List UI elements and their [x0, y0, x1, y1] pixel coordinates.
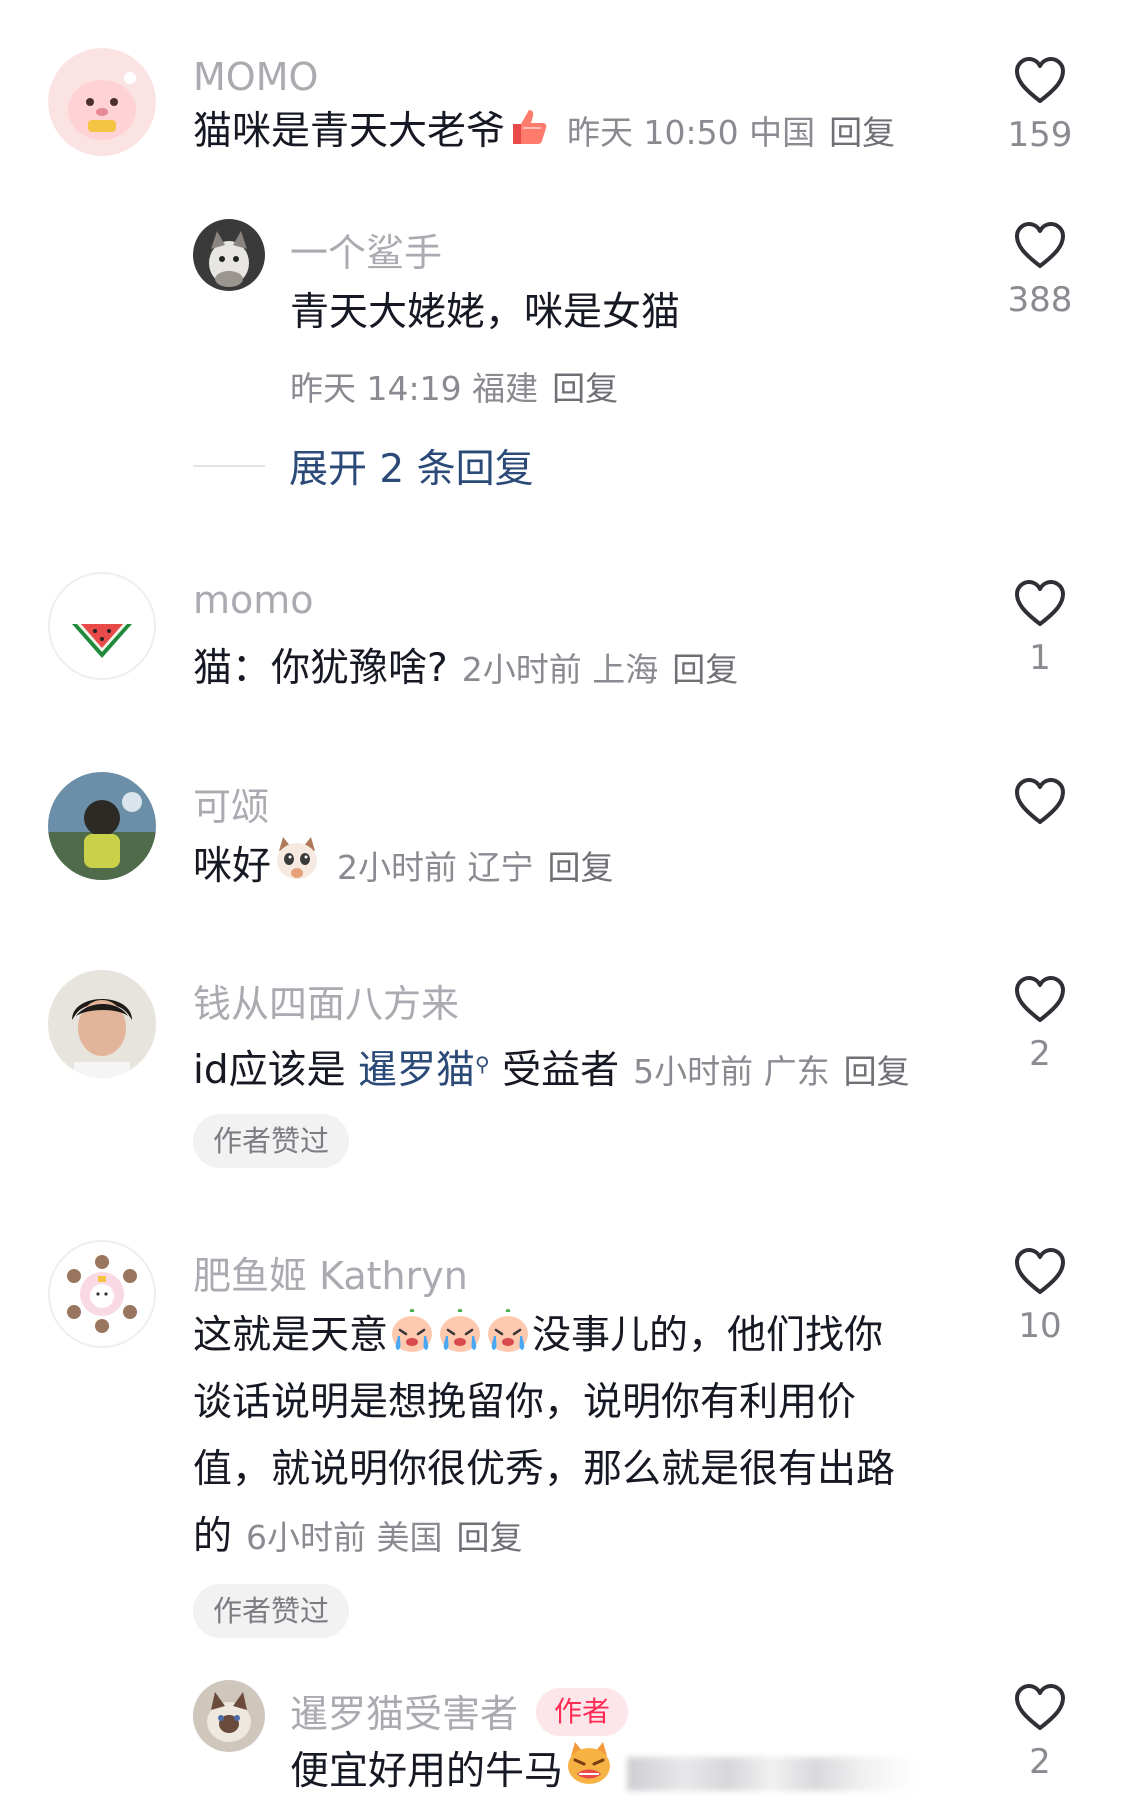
- comment-meta: 2小时前 上海 回复: [462, 650, 739, 689]
- comment-text-line: 这就是天意 没事儿的，他们找你: [193, 1303, 883, 1369]
- crying-peach-emoji: [436, 1306, 484, 1354]
- like-count: [985, 836, 1095, 876]
- username[interactable]: 可颂: [193, 776, 269, 831]
- like-button[interactable]: [985, 776, 1095, 876]
- like-count: 159: [1007, 115, 1073, 155]
- comment-text: 便宜好用的牛马: [290, 1738, 918, 1805]
- expand-replies-button[interactable]: 展开 2 条回复: [193, 438, 534, 492]
- comment-body: 便宜好用的牛马: [290, 1749, 564, 1794]
- heart-outline-icon: [1015, 1684, 1065, 1730]
- reply-button[interactable]: 回复: [552, 369, 618, 408]
- comment-location: 辽宁: [467, 848, 534, 887]
- comment-time: 昨天 10:50: [567, 113, 739, 152]
- heart-outline-icon: [1015, 57, 1065, 103]
- like-count: 1: [1029, 638, 1051, 678]
- comment-text-line: 谈话说明是想挽留你，说明你有利用价: [193, 1380, 857, 1425]
- like-count: 2: [1029, 1742, 1051, 1782]
- like-count: 10: [1018, 1306, 1062, 1346]
- avatar[interactable]: [193, 219, 265, 291]
- comment-location: 上海: [592, 650, 659, 689]
- reply-button[interactable]: 回复: [548, 848, 614, 887]
- comment-location: 福建: [472, 369, 539, 408]
- comment-text-line: 的 6小时前 美国 回复: [193, 1504, 523, 1571]
- comment-location: 中国: [749, 113, 816, 152]
- cat-thinking-emoji: [271, 833, 323, 885]
- blurred-content: [627, 1756, 918, 1791]
- comment-text: 咪好 2小时前 辽宁 回复: [193, 833, 614, 901]
- comment-body: 没事儿的，他们找你: [532, 1313, 884, 1358]
- comment-location: 美国: [376, 1518, 443, 1557]
- author-liked-badge: 作者赞过: [193, 1584, 350, 1638]
- like-button[interactable]: 10: [985, 1246, 1095, 1346]
- like-count: 388: [1007, 280, 1073, 320]
- angry-cat-emoji: [563, 1738, 615, 1790]
- comment-text-line: 值，就说明你很优秀，那么就是很有出路: [193, 1447, 896, 1492]
- comment-time: 2小时前: [461, 650, 582, 689]
- comment-time: 6小时前: [246, 1518, 367, 1557]
- like-count: 2: [1029, 1034, 1051, 1074]
- comment-body: 猫咪是青天大老爷: [193, 109, 506, 154]
- reply-button[interactable]: 回复: [844, 1052, 910, 1091]
- username[interactable]: MOMO: [193, 55, 318, 99]
- expand-replies-label: 展开 2 条回复: [289, 447, 534, 492]
- like-button[interactable]: 2: [985, 1682, 1095, 1782]
- author-tag: 作者: [536, 1688, 629, 1736]
- mention-label: 暹罗猫: [358, 1048, 476, 1093]
- author-liked-badge: 作者赞过: [193, 1114, 350, 1168]
- comment-text: id应该是 暹罗猫⚲ 受益者 5小时前 广东 回复: [193, 1031, 910, 1105]
- comment-meta: 6小时前 美国 回复: [246, 1518, 523, 1557]
- comment-body: 的: [193, 1514, 233, 1559]
- avatar[interactable]: [48, 772, 156, 880]
- heart-outline-icon: [1015, 222, 1065, 268]
- search-icon: ⚲: [475, 1052, 490, 1076]
- comment-text: 猫咪是青天大老爷 昨天 10:50 中国 回复: [193, 99, 895, 166]
- comment-meta: 2小时前 辽宁 回复: [337, 848, 614, 887]
- username[interactable]: 钱从四面八方来: [193, 973, 459, 1028]
- comment-location: 广东: [763, 1052, 830, 1091]
- comment-body: 咪好: [193, 844, 272, 889]
- divider: [193, 465, 265, 467]
- crying-peach-emoji: [388, 1306, 436, 1354]
- comment-meta: 5小时前 广东 回复: [633, 1052, 910, 1091]
- comment-body: 猫：你犹豫啥?: [193, 646, 448, 691]
- like-button[interactable]: 2: [985, 974, 1095, 1074]
- search-mention-link[interactable]: 暹罗猫⚲: [358, 1048, 490, 1093]
- heart-outline-icon: [1015, 778, 1065, 824]
- username: 暹罗猫受害者 作者: [290, 1683, 629, 1738]
- avatar[interactable]: [48, 572, 156, 680]
- heart-outline-icon: [1015, 976, 1065, 1022]
- username[interactable]: 肥鱼姬 Kathryn: [193, 1245, 468, 1300]
- comment-meta: 昨天 10:50 中国 回复: [567, 113, 895, 152]
- heart-outline-icon: [1015, 1248, 1065, 1294]
- comment-body: 这就是天意: [193, 1313, 389, 1358]
- thumbs-up-emoji: [505, 102, 553, 150]
- reply-button[interactable]: 回复: [457, 1518, 523, 1557]
- comment-body-prefix: id应该是: [193, 1048, 358, 1093]
- avatar[interactable]: [48, 970, 156, 1078]
- heart-outline-icon: [1015, 580, 1065, 626]
- crying-peach-emoji: [484, 1306, 532, 1354]
- comment-body: 青天大姥姥，咪是女猫: [290, 290, 681, 335]
- comment-time: 5小时前: [633, 1052, 754, 1091]
- avatar[interactable]: [193, 1680, 265, 1752]
- username[interactable]: 一个鲨手: [290, 222, 442, 277]
- author-username[interactable]: 暹罗猫受害者: [290, 1692, 518, 1736]
- username[interactable]: momo: [193, 578, 314, 622]
- like-button[interactable]: 388: [985, 220, 1095, 320]
- like-button[interactable]: 1: [985, 578, 1095, 678]
- avatar[interactable]: [48, 1240, 156, 1348]
- comment-body-suffix: 受益者: [489, 1048, 620, 1093]
- reply-button[interactable]: 回复: [672, 650, 738, 689]
- like-button[interactable]: 159: [985, 55, 1095, 155]
- comment-meta: 昨天 14:19 福建 回复: [290, 362, 618, 410]
- comment-time: 昨天 14:19: [290, 369, 462, 408]
- reply-button[interactable]: 回复: [829, 113, 895, 152]
- comment-time: 2小时前: [337, 848, 458, 887]
- avatar[interactable]: [48, 48, 156, 156]
- comment-text: 猫：你犹豫啥? 2小时前 上海 回复: [193, 636, 738, 703]
